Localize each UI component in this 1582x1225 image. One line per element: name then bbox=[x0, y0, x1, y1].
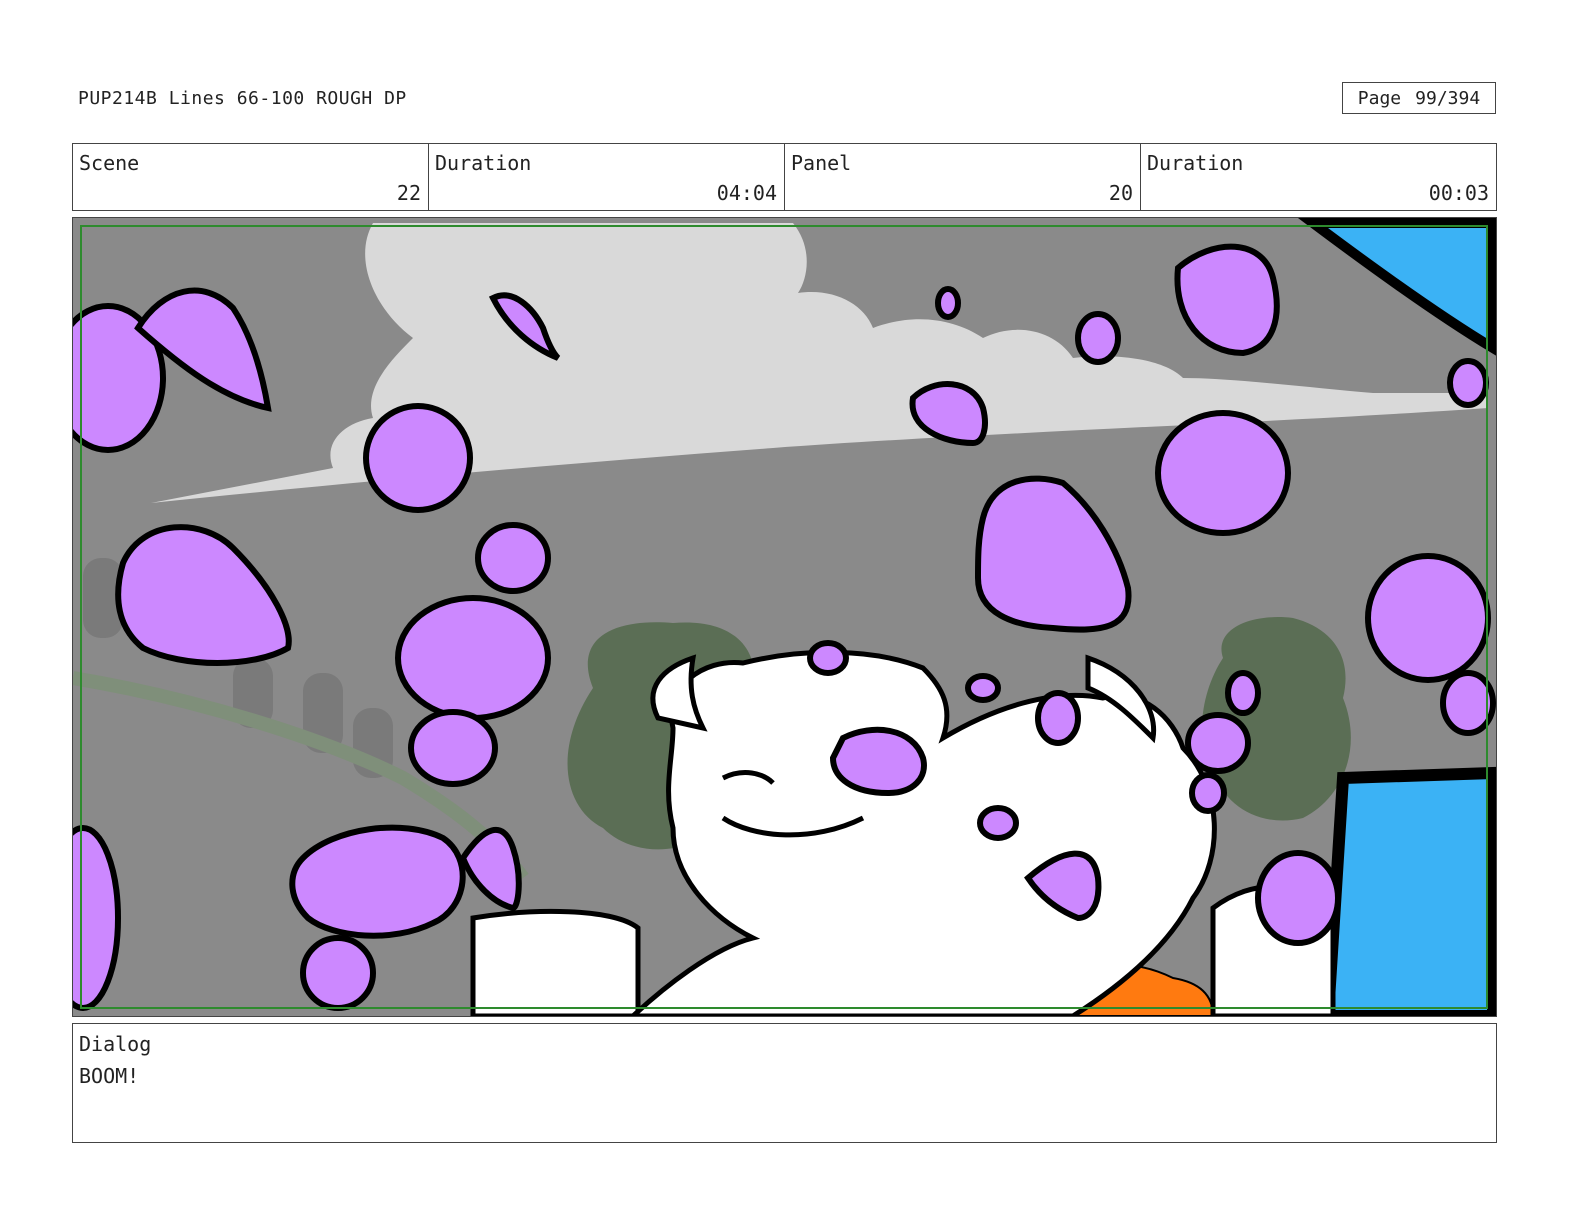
scene-cell: Scene 22 bbox=[73, 144, 429, 210]
scene-duration-value: 04:04 bbox=[716, 181, 777, 205]
panel-duration-label: Duration bbox=[1147, 151, 1244, 175]
panel-cell: Panel 20 bbox=[785, 144, 1141, 210]
panel-duration-cell: Duration 00:03 bbox=[1141, 144, 1496, 210]
panel-info-row: Scene 22 Duration 04:04 Panel 20 Duratio… bbox=[72, 143, 1497, 211]
dialog-box: Dialog BOOM! bbox=[72, 1023, 1497, 1143]
panel-label: Panel bbox=[791, 151, 852, 175]
dialog-label: Dialog bbox=[79, 1032, 152, 1056]
scene-duration-cell: Duration 04:04 bbox=[429, 144, 785, 210]
scene-label: Scene bbox=[79, 151, 140, 175]
dialog-text: BOOM! bbox=[79, 1064, 140, 1088]
storyboard-panel-image bbox=[72, 217, 1497, 1017]
document-title: PUP214B Lines 66-100 ROUGH DP bbox=[78, 88, 407, 109]
page-number: 99/394 bbox=[1415, 87, 1481, 109]
scene-duration-label: Duration bbox=[435, 151, 532, 175]
scene-value: 22 bbox=[396, 181, 421, 205]
panel-value: 20 bbox=[1108, 181, 1133, 205]
storyboard-drawing bbox=[73, 218, 1496, 1016]
page-label: Page bbox=[1357, 87, 1402, 109]
panel-duration-value: 00:03 bbox=[1428, 181, 1489, 205]
page-indicator: Page 99/394 bbox=[1342, 82, 1496, 114]
